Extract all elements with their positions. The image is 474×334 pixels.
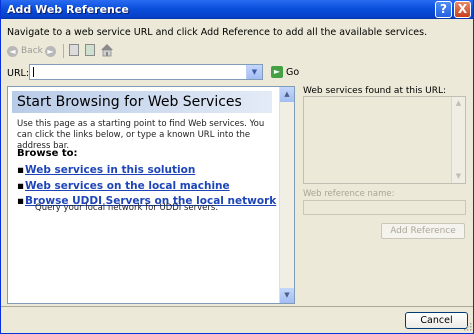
url-dropdown-button[interactable]: ▼ <box>246 65 262 79</box>
forward-arrow-icon: ► <box>45 45 56 57</box>
toolbar-separator <box>63 44 64 58</box>
back-arrow-icon: ◄ <box>7 45 18 57</box>
window-title: Add Web Reference <box>7 3 129 16</box>
bullet-icon: ▪ <box>17 195 25 207</box>
home-icon[interactable] <box>100 43 114 57</box>
browse-to-heading: Browse to: <box>17 148 78 159</box>
help-button[interactable]: ? <box>435 1 452 18</box>
services-list-scrollbar[interactable]: ▲ ▼ <box>451 97 465 183</box>
refresh-icon[interactable] <box>85 44 95 56</box>
stop-icon[interactable] <box>69 44 79 56</box>
scroll-up-icon[interactable]: ▲ <box>452 97 465 110</box>
back-button[interactable]: ◄ Back <box>7 43 43 59</box>
list-item: ▪Web services in this solution <box>17 164 195 176</box>
reference-name-input[interactable] <box>303 200 466 215</box>
list-item: ▪Web services on the local machine <box>17 180 230 192</box>
text-caret <box>33 67 34 77</box>
reference-name-label: Web reference name: <box>303 189 395 199</box>
resize-grip-icon[interactable] <box>463 322 472 331</box>
go-button-label: Go <box>286 66 300 78</box>
close-button[interactable]: X <box>454 1 471 18</box>
url-label: URL: <box>7 68 30 79</box>
add-reference-button[interactable]: Add Reference <box>381 223 465 239</box>
instruction-text: Navigate to a web service URL and click … <box>7 27 428 38</box>
back-button-label: Back <box>21 46 43 56</box>
title-bar[interactable]: Add Web Reference ? X <box>1 0 473 19</box>
add-web-reference-dialog: Add Web Reference ? X Navigate to a web … <box>0 0 474 334</box>
services-found-label: Web services found at this URL: <box>303 86 447 96</box>
footer-divider <box>1 306 473 307</box>
forward-button[interactable]: ► <box>45 43 59 59</box>
bullet-icon: ▪ <box>17 180 25 192</box>
link-local-machine-services[interactable]: Web services on the local machine <box>25 180 230 192</box>
uddi-description: Query your local network for UDDI server… <box>35 203 219 213</box>
bullet-icon: ▪ <box>17 164 25 176</box>
go-button[interactable]: ► Go <box>271 66 299 78</box>
navigation-toolbar: ◄ Back ► <box>7 43 467 61</box>
browser-pane[interactable]: Start Browsing for Web Services Use this… <box>7 86 295 304</box>
browser-scrollbar[interactable]: ▲ ▼ <box>279 87 294 303</box>
url-input[interactable]: ▼ <box>29 64 263 80</box>
scroll-down-icon[interactable]: ▼ <box>452 170 465 183</box>
services-found-list[interactable]: ▲ ▼ <box>303 96 466 184</box>
scroll-up-icon[interactable]: ▲ <box>280 87 294 102</box>
cancel-button[interactable]: Cancel <box>405 312 468 329</box>
scroll-down-icon[interactable]: ▼ <box>280 288 294 303</box>
link-solution-services[interactable]: Web services in this solution <box>25 164 195 176</box>
browser-headline: Start Browsing for Web Services <box>12 91 272 113</box>
go-arrow-icon: ► <box>271 66 283 78</box>
